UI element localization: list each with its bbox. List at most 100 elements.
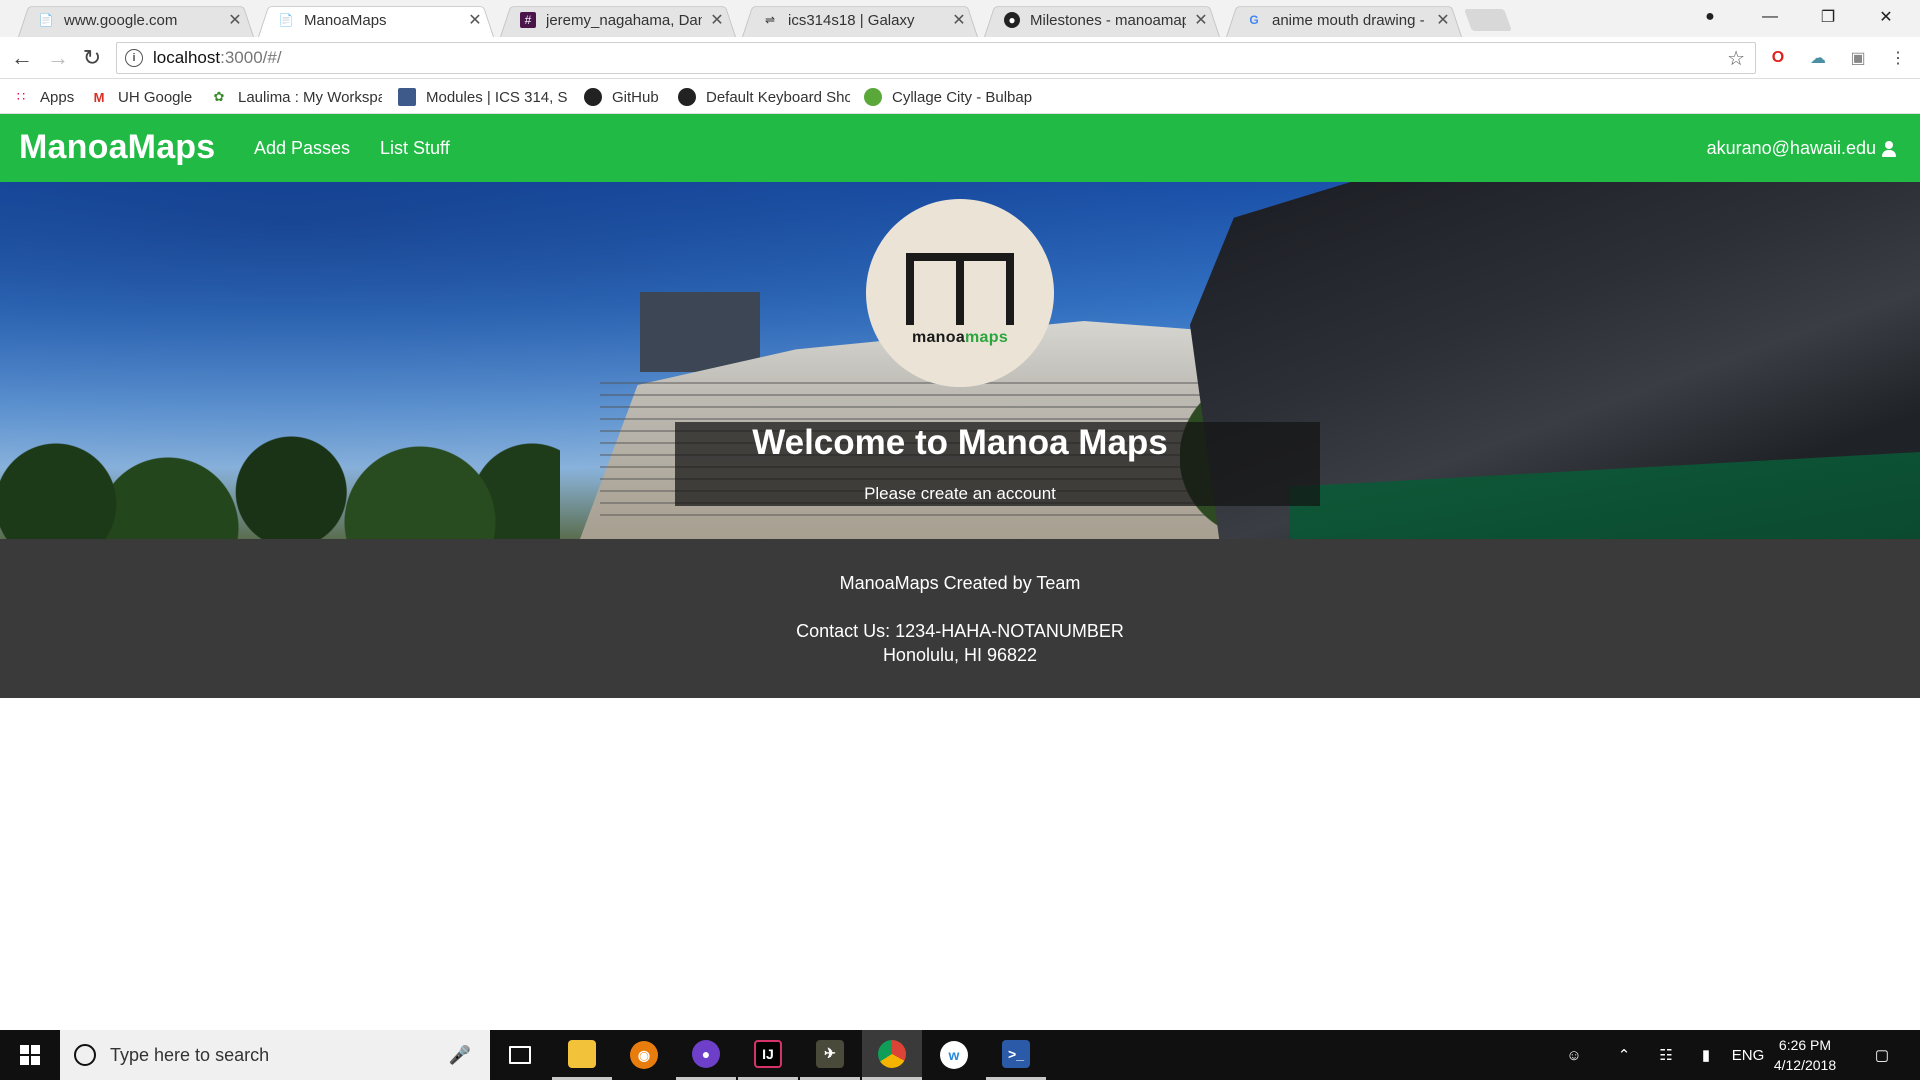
bookmark-label: GitHub [612, 88, 659, 106]
close-window-button[interactable]: ✕ [1858, 0, 1914, 34]
page-icon: 📄 [278, 13, 294, 27]
people-icon[interactable]: ☺ [1556, 1030, 1592, 1080]
menu-icon[interactable]: ⋮ [1886, 46, 1910, 70]
opera-icon[interactable]: O [1766, 46, 1790, 70]
modules-icon [398, 88, 416, 106]
bookmark-label: UH Google [118, 88, 193, 106]
intellij-icon: IJ [754, 1039, 782, 1068]
tab-title: ics314s18 | Galaxy [788, 11, 915, 29]
folder-icon [568, 1039, 596, 1068]
tab-milestones[interactable]: ● Milestones - manoamaps ✕ [984, 3, 1220, 37]
tab-title: anime mouth drawing - [1272, 11, 1425, 29]
footer-address: Honolulu, HI 96822 [882, 645, 1038, 665]
bookmark-label: Cyllage City - Bulbap [892, 88, 1033, 106]
tab-galaxy[interactable]: ⇌ ics314s18 | Galaxy ✕ [742, 3, 978, 37]
github-desktop-icon: ● [692, 1039, 720, 1068]
tab-title: ManoaMaps [304, 11, 387, 29]
address-bar[interactable]: i localhost :3000/#/ ☆ [116, 42, 1756, 74]
site-navbar: ManoaMaps Add Passes List Stuff akurano@… [0, 114, 1920, 182]
footer-contact: Contact Us: 1234-HAHA-NOTANUMBER [796, 621, 1124, 641]
google-icon: G [1249, 13, 1259, 27]
bookmark-label: Default Keyboard Sho [706, 88, 850, 106]
restore-button[interactable]: ❐ [1800, 0, 1856, 34]
nav-list-stuff[interactable]: List Stuff [380, 138, 450, 159]
extension-icon[interactable]: ▣ [1846, 46, 1870, 70]
task-view-icon [509, 1046, 531, 1064]
taskbar-clock[interactable]: 6:26 PM 4/12/2018 [1750, 1035, 1860, 1075]
show-hidden-icons-icon[interactable]: ⌃ [1606, 1030, 1642, 1080]
forward-icon[interactable]: → [44, 44, 72, 72]
nav-add-passes[interactable]: Add Passes [254, 138, 350, 159]
app-icon: ✈ [816, 1039, 844, 1068]
clock-time: 6:26 PM [1778, 1037, 1832, 1053]
task-view-button[interactable] [490, 1030, 550, 1080]
bookmarks-bar: ∷ Apps M UH Google ✿ Laulima : My Worksp… [0, 79, 1920, 114]
microphone-icon[interactable]: 🎤 [448, 1045, 472, 1066]
page-icon: 📄 [38, 13, 54, 27]
wifi-icon[interactable]: ☷ [1648, 1030, 1684, 1080]
wunderlist-icon: w [940, 1041, 968, 1069]
reload-icon[interactable]: ↻ [78, 44, 106, 72]
tab-manoamaps[interactable]: 📄 ManoaMaps ✕ [258, 3, 494, 37]
clock-date: 4/12/2018 [1773, 1057, 1837, 1073]
bookmark-modules[interactable]: Modules | ICS 314, Sp [398, 85, 568, 109]
bookmark-label: Modules | ICS 314, Sp [426, 88, 568, 106]
logo-m-mark [906, 253, 1014, 325]
logo-word-manoa: manoa [911, 329, 966, 346]
profile-icon[interactable]: ● [1682, 0, 1738, 34]
bookmark-github[interactable]: GitHub [584, 85, 659, 109]
taskbar-intellij[interactable]: IJ [738, 1030, 798, 1080]
close-icon[interactable]: ✕ [1194, 10, 1208, 30]
bookmark-apps[interactable]: ∷ Apps [12, 85, 74, 109]
close-icon[interactable]: ✕ [952, 10, 966, 30]
bookmark-label: Laulima : My Workspa [238, 88, 382, 106]
taskbar-blender[interactable]: ◉ [614, 1030, 674, 1080]
github-icon: ● [1004, 12, 1020, 28]
minimize-button[interactable]: — [1742, 0, 1798, 34]
browser-toolbar: ← → ↻ i localhost :3000/#/ ☆ O ☁ ▣ ⋮ [0, 37, 1920, 79]
hero-building-tower [640, 292, 760, 372]
bulbapedia-icon [864, 88, 882, 106]
taskbar-wunderlist[interactable]: w [924, 1030, 984, 1080]
address-path: :3000/#/ [220, 48, 282, 67]
hero-banner: manoamaps Welcome to Manoa Maps Please c… [0, 182, 1920, 539]
logo-word-maps: maps [965, 329, 1009, 346]
windows-taskbar: Type here to search 🎤 ◉ ● IJ ✈ w >_ ☺ ⌃ … [0, 1030, 1920, 1080]
bookmark-cyllage-city[interactable]: Cyllage City - Bulbap [864, 85, 1036, 109]
taskbar-powershell[interactable]: >_ [986, 1030, 1046, 1080]
brand-link[interactable]: ManoaMaps [19, 128, 215, 167]
laulima-icon: ✿ [213, 89, 225, 104]
bookmark-star-icon[interactable]: ☆ [1727, 46, 1745, 71]
taskbar-app[interactable]: ✈ [800, 1030, 860, 1080]
user-icon [1882, 140, 1896, 157]
close-icon[interactable]: ✕ [228, 10, 242, 30]
back-icon[interactable]: ← [8, 44, 36, 72]
taskbar-file-explorer[interactable] [552, 1030, 612, 1080]
tab-title: www.google.com [64, 11, 178, 29]
close-icon[interactable]: ✕ [1436, 10, 1450, 30]
taskbar-chrome[interactable] [862, 1030, 922, 1080]
extension-icon[interactable]: ☁ [1806, 46, 1830, 70]
bookmark-label: Apps [40, 88, 75, 106]
tab-title: jeremy_nagahama, Dami [546, 11, 702, 29]
user-menu[interactable]: akurano@hawaii.edu [1707, 138, 1896, 159]
battery-icon[interactable]: ▮ [1688, 1030, 1724, 1080]
blender-icon: ◉ [630, 1041, 658, 1069]
gmail-icon: M [93, 89, 105, 105]
tab-anime-search[interactable]: G anime mouth drawing - ✕ [1226, 3, 1462, 37]
tab-slack[interactable]: # jeremy_nagahama, Dami ✕ [500, 3, 736, 37]
close-icon[interactable]: ✕ [710, 10, 724, 30]
github-icon [584, 88, 602, 106]
bookmark-keyboard-shortcuts[interactable]: Default Keyboard Sho [678, 85, 850, 109]
github-icon [678, 88, 696, 106]
close-icon[interactable]: ✕ [468, 10, 482, 30]
new-tab-button[interactable] [1463, 9, 1513, 31]
start-button[interactable] [0, 1030, 60, 1080]
taskbar-search-box[interactable]: Type here to search 🎤 [60, 1030, 490, 1080]
bookmark-uh-google[interactable]: M UH Google [90, 85, 193, 109]
info-icon[interactable]: i [125, 49, 143, 67]
bookmark-laulima[interactable]: ✿ Laulima : My Workspa [210, 85, 382, 109]
taskbar-github-desktop[interactable]: ● [676, 1030, 736, 1080]
action-center-icon[interactable]: ▢ [1862, 1030, 1902, 1080]
tab-google[interactable]: 📄 www.google.com ✕ [18, 3, 254, 37]
